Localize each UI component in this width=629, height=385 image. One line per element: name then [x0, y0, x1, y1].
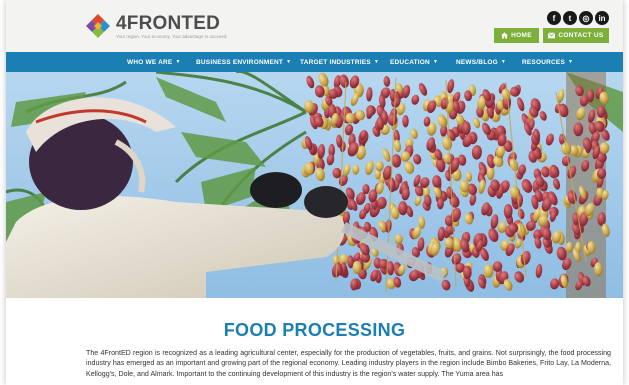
logo-tagline: Your region. Your economy. Your advantag…	[116, 34, 228, 39]
contact-us-button[interactable]: CONTACT US	[543, 28, 609, 43]
nav-item-news-blog[interactable]: NEWS/BLOG ▼	[456, 52, 506, 72]
date-fruit	[375, 160, 384, 172]
date-fruit	[304, 100, 314, 113]
nav-item-business-environment[interactable]: BUSINESS ENVIRONMENT ▼	[196, 52, 291, 72]
logo-diamond-icon	[86, 14, 110, 38]
nav-item-resources[interactable]: RESOURCES ▼	[522, 52, 573, 72]
main-nav: WHO WE ARE ▼ BUSINESS ENVIRONMENT ▼ TARGET…	[6, 52, 623, 72]
caret-down-icon: ▼	[432, 59, 439, 65]
instagram-icon[interactable]: ◎	[579, 11, 593, 25]
caret-down-icon: ▼	[567, 59, 574, 65]
site-logo[interactable]: 4FRONTED Your region. Your economy. Your…	[86, 12, 228, 42]
nav-item-label: BUSINESS ENVIRONMENT	[196, 58, 284, 66]
home-button[interactable]: HOME	[494, 28, 539, 43]
date-fruit	[387, 113, 398, 126]
caret-down-icon: ▼	[286, 59, 292, 65]
hero-illustration	[6, 72, 623, 298]
facebook-icon[interactable]: f	[547, 11, 561, 25]
logo-text: 4FRONTED	[116, 13, 220, 34]
caret-down-icon: ▼	[373, 59, 379, 65]
site-header: 4FRONTED Your region. Your economy. Your…	[6, 0, 623, 52]
social-links: f t ◎ in	[547, 11, 609, 25]
nav-item-label: RESOURCES	[522, 58, 565, 66]
nav-item-education[interactable]: EDUCATION ▼	[390, 52, 438, 72]
nav-item-label: WHO WE ARE	[127, 58, 173, 66]
date-fruit	[462, 121, 471, 136]
home-icon	[501, 32, 509, 39]
intro-paragraph: The 4FrontED region is recognized as a l…	[86, 349, 611, 378]
hero-image	[6, 72, 623, 298]
nav-item-label: NEWS/BLOG	[456, 58, 498, 66]
date-fruit	[402, 115, 409, 128]
caret-down-icon: ▼	[500, 59, 507, 65]
linkedin-icon[interactable]: in	[595, 11, 609, 25]
home-button-label: HOME	[511, 32, 532, 39]
date-fruit	[503, 204, 513, 219]
page-title: FOOD PROCESSING	[223, 320, 406, 340]
twitter-icon[interactable]: t	[563, 11, 577, 25]
contact-button-label: CONTACT US	[558, 32, 604, 39]
envelope-icon	[548, 32, 556, 39]
nav-item-label: TARGET INDUSTRIES	[300, 58, 371, 66]
page-frame: 4FRONTED Your region. Your economy. Your…	[6, 0, 623, 385]
caret-down-icon: ▼	[175, 59, 181, 65]
nav-item-label: EDUCATION	[390, 58, 430, 66]
nav-item-target-industries[interactable]: TARGET INDUSTRIES ▼	[300, 52, 379, 72]
nav-item-who-we-are[interactable]: WHO WE ARE ▼	[127, 52, 181, 72]
